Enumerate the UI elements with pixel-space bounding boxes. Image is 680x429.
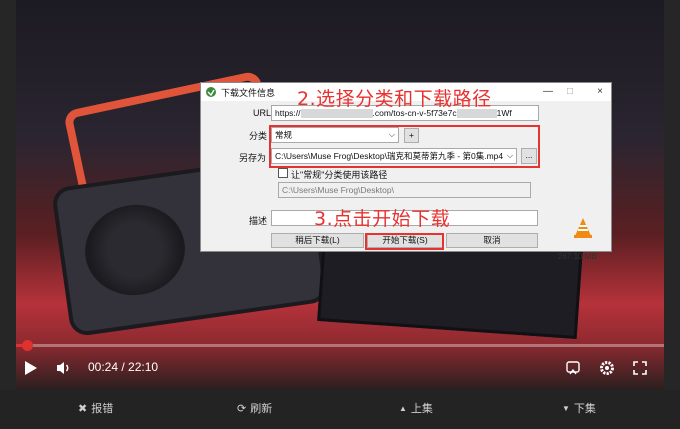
category-path-field: C:\Users\Muse Frog\Desktop\ [278, 182, 531, 198]
settings-button[interactable] [597, 358, 617, 378]
time-display: 00:24 / 22:10 [88, 360, 158, 374]
minimize-button[interactable]: — [541, 85, 555, 99]
play-button[interactable] [22, 358, 40, 378]
time-separator: / [118, 360, 129, 374]
annotation-step2-text: 2.选择分类和下载路径 [297, 88, 492, 110]
close-window-button[interactable]: × [593, 85, 607, 99]
next-label: 下集 [573, 403, 596, 415]
maximize-button[interactable]: □ [563, 85, 577, 99]
cast-icon [566, 361, 580, 375]
prev-label: 上集 [410, 403, 433, 415]
cancel-button[interactable]: 取消 [446, 233, 538, 248]
video-letterbox-right [664, 0, 680, 390]
current-time: 00:24 [88, 360, 119, 374]
progress-knob[interactable] [22, 340, 34, 351]
annotation-box-step2 [269, 125, 540, 168]
episode-toolbar: ✖ 报错 ⟳ 刷新 ▲ 上集 ▼ 下集 [0, 390, 680, 429]
caret-down-icon: ▼ [562, 403, 570, 413]
saveas-label: 另存为 [239, 153, 267, 163]
file-size: 267.10 MB [558, 252, 597, 261]
cast-button[interactable] [563, 358, 583, 378]
download-later-button[interactable]: 稍后下载(L) [271, 233, 364, 248]
total-time: 22:10 [128, 360, 159, 374]
use-path-checkbox[interactable] [278, 168, 288, 178]
video-letterbox-left [0, 0, 16, 390]
caret-up-icon: ▲ [399, 403, 407, 413]
close-icon: ✖ [78, 402, 88, 415]
refresh-label: 刷新 [250, 403, 273, 415]
volume-icon [57, 362, 69, 374]
prev-episode-button[interactable]: ▲ 上集 [399, 400, 433, 416]
report-label: 报错 [91, 403, 114, 415]
category-path-value: C:\Users\Muse Frog\Desktop\ [282, 185, 394, 195]
url-label: URL [253, 108, 272, 118]
url-value-end: 1Wf [496, 108, 512, 118]
use-path-checkbox-label: 让"常规"分类使用该路径 [291, 170, 388, 180]
gear-icon [600, 361, 614, 375]
description-label: 描述 [249, 216, 268, 226]
dialog-title: 下载文件信息 [221, 88, 276, 98]
screen: 00:24 / 22:10 ✖ 报错 ⟳ 刷新 ▲ 上集 ▼ 下集 下载文件信息… [0, 0, 680, 429]
refresh-button[interactable]: ⟳ 刷新 [237, 400, 272, 416]
fullscreen-icon [633, 361, 647, 375]
annotation-box-step3 [365, 233, 444, 250]
refresh-icon: ⟳ [237, 402, 247, 415]
vlc-file-icon [574, 218, 592, 238]
progress-bar[interactable] [16, 340, 664, 351]
next-episode-button[interactable]: ▼ 下集 [562, 400, 596, 416]
idm-app-icon [206, 87, 216, 97]
category-label: 分类 [249, 131, 268, 141]
fullscreen-button[interactable] [630, 358, 650, 378]
play-icon [25, 361, 37, 375]
volume-button[interactable] [55, 358, 73, 378]
report-button[interactable]: ✖ 报错 [78, 400, 113, 416]
annotation-step3-text: 3.点击开始下载 [314, 208, 451, 230]
